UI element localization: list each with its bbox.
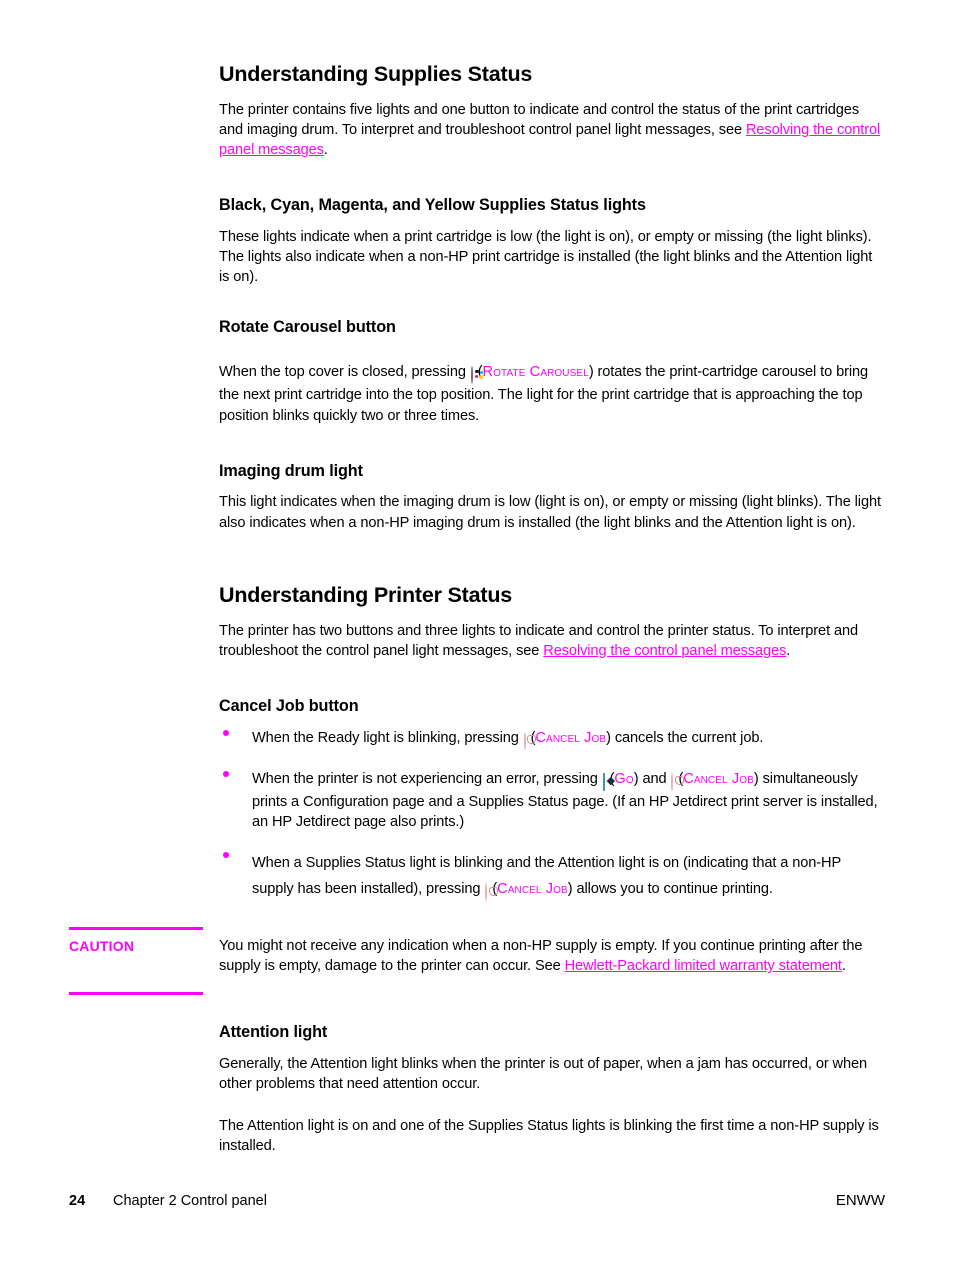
- bullet-2-text-3: ) and: [633, 770, 671, 787]
- caution-text-2: .: [841, 958, 846, 975]
- cancel-job-button-name: Cancel Job: [497, 881, 568, 898]
- supplies-status-intro: The printer contains five lights and one…: [219, 100, 882, 161]
- caution-admonition: CAUTION You might not receive any indica…: [0, 927, 954, 1003]
- caution-rule-top: [69, 927, 203, 930]
- rotate-carousel-button-name: Rotate Carousel: [482, 364, 589, 381]
- page-title-supplies-status: Understanding Supplies Status: [219, 62, 533, 86]
- attention-light-section: Attention light Generally, the Attention…: [219, 1023, 882, 1156]
- link-hp-limited-warranty-statement[interactable]: Hewlett-Packard limited warranty stateme…: [565, 958, 842, 974]
- page-footer: 24 Chapter 2 Control panel ENWW: [69, 1192, 885, 1209]
- rotate-carousel-text-1: When the top cover is closed, pressing: [219, 364, 470, 381]
- heading-imaging-drum-light: Imaging drum light: [219, 461, 363, 480]
- imaging-drum-light-body: This light indicates when the imaging dr…: [219, 494, 881, 531]
- list-item: When the printer is not experiencing an …: [219, 769, 882, 833]
- caution-label: CAUTION: [69, 938, 135, 954]
- cancel-job-button-name: Cancel Job: [683, 770, 754, 787]
- page-content: Understanding Supplies Status The printe…: [219, 62, 882, 923]
- rotate-carousel-body: When the top cover is closed, pressing (…: [219, 362, 882, 426]
- bullet-1-text-3: ) cancels the current job.: [606, 729, 764, 746]
- rotate-carousel-icon: [470, 365, 484, 385]
- cancel-job-button-name: Cancel Job: [535, 729, 607, 746]
- supplies-status-intro-text-2: .: [323, 142, 328, 159]
- caution-rule-bottom: [69, 992, 203, 995]
- breadcrumb: Chapter 2 Control panel: [113, 1193, 267, 1209]
- rotate-carousel-icon-glyph: [470, 366, 484, 385]
- document-page: Understanding Supplies Status The printe…: [0, 0, 954, 1270]
- attention-light-para-2: The Attention light is on and one of the…: [219, 1118, 879, 1155]
- printer-status-intro-text-2: .: [786, 642, 791, 659]
- attention-light-para-1: Generally, the Attention light blinks wh…: [219, 1055, 868, 1092]
- link-resolving-control-panel-messages-2[interactable]: Resolving the control panel messages: [543, 643, 786, 659]
- cancel-job-icon: [523, 731, 526, 751]
- bullet-icon: [223, 852, 229, 859]
- heading-cmyk-supplies-lights: Black, Cyan, Magenta, and Yellow Supplie…: [219, 196, 646, 215]
- locale-code: ENWW: [835, 1192, 885, 1209]
- bullet-icon: [223, 770, 229, 777]
- bullet-2-text-1: When the printer is not experiencing an …: [252, 770, 602, 787]
- caution-text: You might not receive any indication whe…: [219, 936, 882, 976]
- cmyk-supplies-lights-body: These lights indicate when a print cartr…: [219, 228, 873, 286]
- page-title-printer-status: Understanding Printer Status: [219, 582, 513, 607]
- printer-status-intro: The printer has two buttons and three li…: [219, 621, 882, 661]
- page-number: 24: [69, 1193, 86, 1209]
- heading-cancel-job-button: Cancel Job button: [219, 696, 359, 715]
- list-item: When the Ready light is blinking, pressi…: [219, 728, 882, 751]
- go-button-name: Go: [614, 770, 634, 787]
- list-item: When a Supplies Status light is blinking…: [219, 850, 882, 905]
- bullet-icon: [223, 729, 229, 736]
- heading-rotate-carousel-button: Rotate Carousel button: [219, 317, 396, 336]
- cancel-job-bullet-list: When the Ready light is blinking, pressi…: [219, 728, 882, 906]
- go-icon: [602, 772, 605, 792]
- bullet-1-text-1: When the Ready light is blinking, pressi…: [252, 729, 523, 746]
- heading-attention-light: Attention light: [219, 1023, 328, 1041]
- bullet-3-text-3: ) allows you to continue printing.: [567, 881, 773, 898]
